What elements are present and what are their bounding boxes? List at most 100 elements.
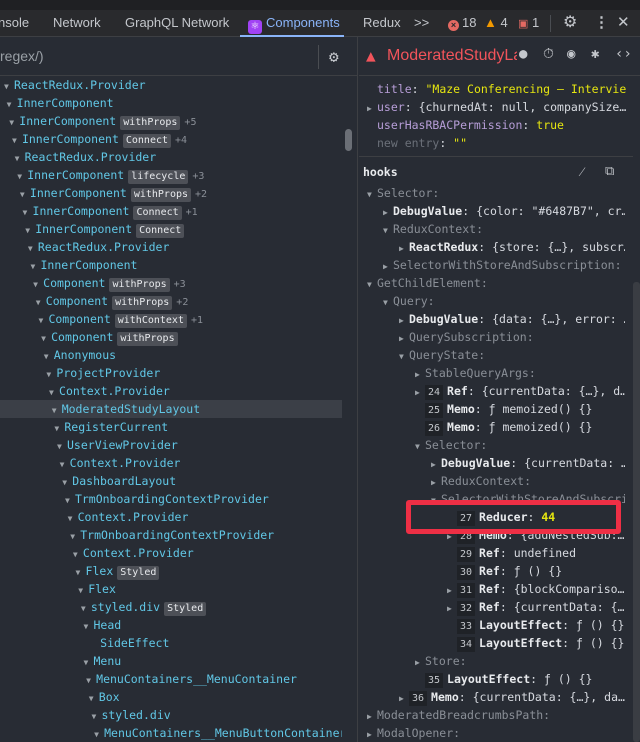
tab-console[interactable]: nsole bbox=[0, 10, 29, 37]
hook-row[interactable]: ▼ QueryState: bbox=[399, 346, 625, 364]
hook-row[interactable]: 33 LayoutEffect: ƒ () {} bbox=[447, 616, 625, 634]
hook-row[interactable]: ▶ DebugValue: {currentData: … bbox=[431, 454, 625, 472]
prop-row[interactable]: new entry: "" bbox=[367, 134, 467, 152]
prop-row[interactable]: title: "Maze Conferencing – Intervie bbox=[367, 80, 626, 98]
eye-icon[interactable]: ◉ bbox=[567, 46, 575, 62]
tree-row[interactable]: ▼ Context.Provider bbox=[0, 544, 342, 562]
tree-settings-gear-icon[interactable]: ⚙ bbox=[329, 47, 339, 66]
tree-row[interactable]: ▼ Anonymous bbox=[0, 346, 342, 364]
kebab-menu-icon[interactable]: ⋮ bbox=[594, 10, 609, 36]
hook-row[interactable]: ▼ GetChildElement: bbox=[367, 274, 625, 292]
tree-row[interactable]: ▼ ModeratedStudyLayout bbox=[0, 400, 342, 418]
search-input[interactable]: regex/) bbox=[0, 37, 357, 76]
hook-row[interactable]: ▼ ReduxContext: bbox=[383, 220, 625, 238]
tree-scrollbar[interactable] bbox=[345, 129, 352, 151]
tree-row[interactable]: ▼ InnerComponent Connect bbox=[0, 220, 342, 238]
expand-triangle-icon[interactable]: ▼ bbox=[367, 186, 377, 202]
hook-row[interactable]: ▶ Store: bbox=[415, 652, 625, 670]
tree-row[interactable]: ▼ Context.Provider bbox=[0, 382, 342, 400]
hook-row[interactable]: ▶ ReactRedux: {store: {…}, subscr… bbox=[399, 238, 625, 256]
expand-triangle-icon[interactable]: ▶ bbox=[383, 204, 393, 220]
tree-row[interactable]: ▼ styled.div bbox=[0, 706, 342, 724]
tab-components[interactable]: ⚛ Components bbox=[240, 10, 344, 37]
tree-row[interactable]: ▼ ReactRedux.Provider bbox=[0, 76, 342, 94]
hook-row[interactable]: 34 LayoutEffect: ƒ () {} bbox=[447, 634, 625, 652]
prop-row[interactable]: userHasRBACPermission: true bbox=[367, 116, 564, 134]
hook-row[interactable]: 26 Memo: ƒ memoized() {} bbox=[415, 418, 625, 436]
expand-triangle-icon[interactable]: ▶ bbox=[447, 582, 457, 598]
hook-row[interactable]: 35 LayoutEffect: ƒ () {} bbox=[415, 670, 625, 688]
expand-triangle-icon[interactable]: ▶ bbox=[399, 312, 409, 328]
tree-row[interactable]: ▼ Component withProps +2 bbox=[0, 292, 342, 310]
inspector-scrollbar[interactable] bbox=[633, 282, 640, 742]
issues-count[interactable]: ▣ 1 bbox=[518, 10, 539, 37]
hook-row[interactable]: ▶ 36 Memo: {currentData: {…}, da… bbox=[399, 688, 625, 706]
settings-gear-icon[interactable]: ⚙ bbox=[563, 10, 577, 36]
expand-triangle-icon[interactable]: ▼ bbox=[383, 222, 393, 238]
suspend-icon[interactable]: ● bbox=[519, 46, 527, 62]
close-icon[interactable]: ✕ bbox=[617, 10, 630, 36]
expand-triangle-icon[interactable]: ▼ bbox=[399, 348, 409, 364]
tree-row[interactable]: ▼ TrmOnboardingContextProvider bbox=[0, 526, 342, 544]
tree-row[interactable]: ▼ TrmOnboardingContextProvider bbox=[0, 490, 342, 508]
expand-triangle-icon[interactable]: ▶ bbox=[447, 600, 457, 616]
tab-network[interactable]: Network bbox=[53, 10, 101, 37]
tree-row[interactable]: ▼ ProjectProvider bbox=[0, 364, 342, 382]
expand-triangle-icon[interactable]: ▶ bbox=[399, 240, 409, 256]
hook-row[interactable]: ▶ StableQueryArgs: bbox=[415, 364, 625, 382]
warning-count[interactable]: ▲ 4 bbox=[484, 10, 508, 36]
tree-row[interactable]: ▼ InnerComponent withProps +2 bbox=[0, 184, 342, 202]
expand-triangle-icon[interactable]: ▶ bbox=[367, 708, 377, 724]
tree-row[interactable]: ▼ MenuContainers__MenuButtonContainer bbox=[0, 724, 342, 742]
tree-row[interactable]: ▼ InnerComponent lifecycle +3 bbox=[0, 166, 342, 184]
tree-row[interactable]: ▼ UserViewProvider bbox=[0, 436, 342, 454]
hook-row[interactable]: 30 Ref: ƒ () {} bbox=[447, 562, 625, 580]
hook-row[interactable]: ▶ SelectorWithStoreAndSubscription: bbox=[383, 256, 625, 274]
tree-row[interactable]: ▼ InnerComponent Connect +4 bbox=[0, 130, 342, 148]
hook-row[interactable]: ▼ Selector: bbox=[415, 436, 625, 454]
error-count[interactable]: × 18 bbox=[448, 10, 476, 36]
tab-redux[interactable]: Redux bbox=[363, 10, 401, 37]
tree-row[interactable]: ▼ InnerComponent bbox=[0, 256, 342, 274]
tree-row[interactable]: ▼ Flex bbox=[0, 580, 342, 598]
tree-row[interactable]: ▼ MenuContainers__MenuContainer bbox=[0, 670, 342, 688]
tree-row[interactable]: ▼ RegisterCurrent bbox=[0, 418, 342, 436]
tree-row[interactable]: ▼ Flex Styled bbox=[0, 562, 342, 580]
expand-triangle-icon[interactable]: ▼ bbox=[415, 438, 425, 454]
tree-row[interactable]: ▼ Component withProps +3 bbox=[0, 274, 342, 292]
hook-row[interactable]: ▶ 31 Ref: {blockCompariso… bbox=[447, 580, 625, 598]
hook-row[interactable]: ▶ QuerySubscription: bbox=[399, 328, 625, 346]
expand-triangle-icon[interactable]: ▶ bbox=[383, 258, 393, 274]
tree-row[interactable]: ▼ Menu bbox=[0, 652, 342, 670]
expand-triangle-icon[interactable]: ▶ bbox=[431, 456, 441, 472]
hook-row[interactable]: 25 Memo: ƒ memoized() {} bbox=[415, 400, 625, 418]
expand-triangle-icon[interactable]: ▼ bbox=[94, 726, 104, 742]
tree-row[interactable]: ▼ Component withContext +1 bbox=[0, 310, 342, 328]
expand-triangle-icon[interactable]: ▼ bbox=[367, 276, 377, 292]
tree-row[interactable]: ▼ Context.Provider bbox=[0, 508, 342, 526]
more-tabs-button[interactable]: >> bbox=[414, 10, 429, 37]
hook-row[interactable]: ▶ ModalOpener: bbox=[367, 724, 625, 742]
hook-row[interactable]: ▶ 32 Ref: {currentData: {… bbox=[447, 598, 625, 616]
hook-row[interactable]: ▶ 24 Ref: {currentData: {…}, d… bbox=[415, 382, 625, 400]
tree-row[interactable]: ▼ InnerComponent Connect +1 bbox=[0, 202, 342, 220]
tree-row[interactable]: ▼ styled.div Styled bbox=[0, 598, 342, 616]
hook-row[interactable]: ▼ Query: bbox=[383, 292, 625, 310]
expand-triangle-icon[interactable]: ▼ bbox=[383, 294, 393, 310]
expand-triangle-icon[interactable]: ▶ bbox=[415, 384, 425, 400]
hook-row[interactable]: ▶ DebugValue: {color: "#6487B7", cr… bbox=[383, 202, 625, 220]
expand-triangle-icon[interactable]: ▶ bbox=[431, 474, 441, 490]
expand-triangle-icon[interactable]: ▶ bbox=[415, 366, 425, 382]
view-source-icon[interactable]: ‹› bbox=[615, 46, 632, 62]
tree-row[interactable]: ▼ ReactRedux.Provider bbox=[0, 238, 342, 256]
tree-row[interactable]: ▼ Component withProps bbox=[0, 328, 342, 346]
hook-row[interactable]: 29 Ref: undefined bbox=[447, 544, 625, 562]
hook-row[interactable]: ▼ Selector: bbox=[367, 184, 625, 202]
expand-triangle-icon[interactable]: ▶ bbox=[415, 654, 425, 670]
magic-wand-icon[interactable]: ⁄ bbox=[581, 164, 583, 180]
tree-row[interactable]: ▼ ReactRedux.Provider bbox=[0, 148, 342, 166]
hook-row[interactable]: ▶ ReduxContext: bbox=[431, 472, 625, 490]
expand-triangle-icon[interactable]: ▶ bbox=[367, 726, 377, 742]
prop-row[interactable]: ▶ user: {churnedAt: null, companySize… bbox=[367, 98, 626, 116]
copy-icon[interactable]: ⧉ bbox=[605, 164, 614, 179]
